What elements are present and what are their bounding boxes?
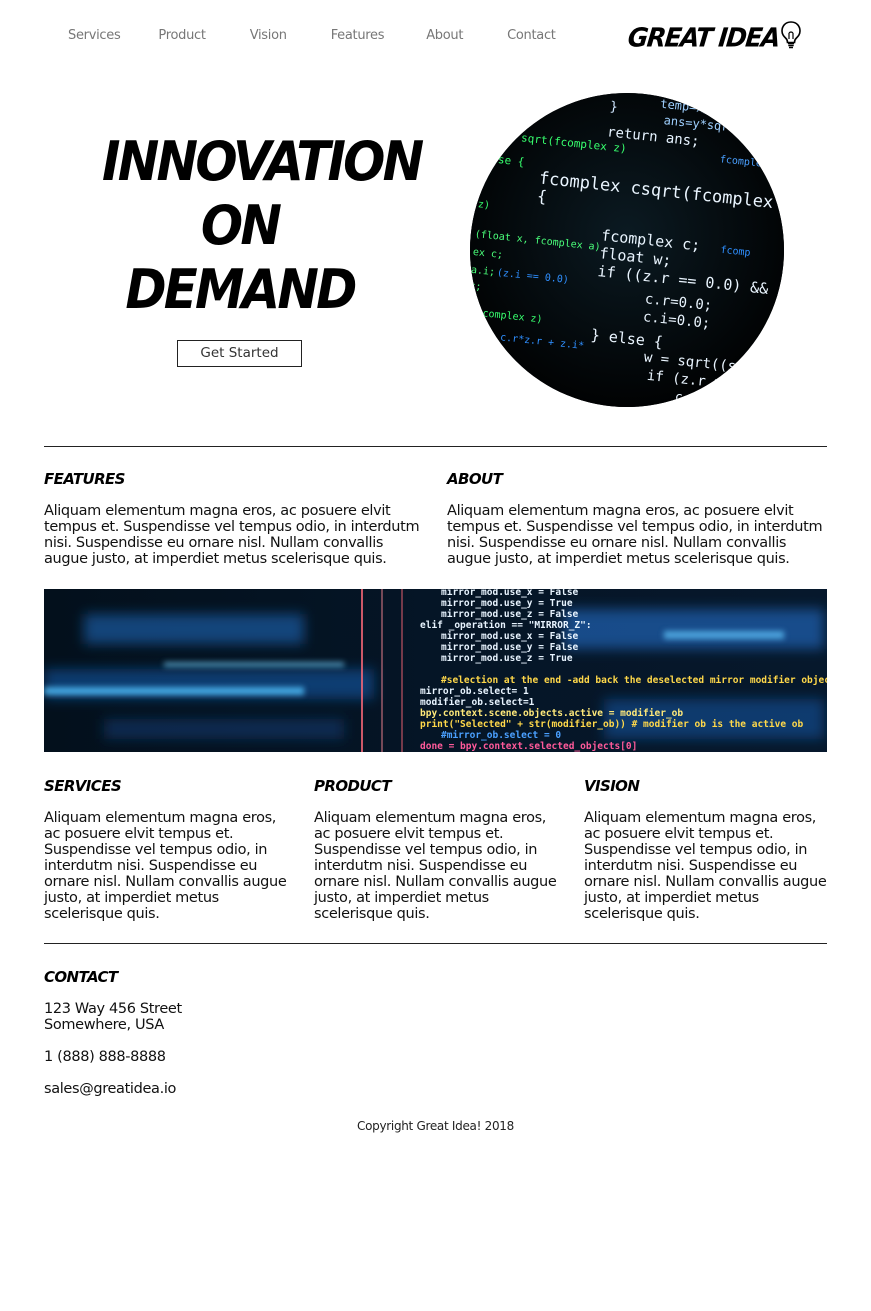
features-heading: FEATURES — [44, 470, 125, 488]
product-heading: PRODUCT — [314, 777, 392, 795]
section-divider — [44, 446, 827, 447]
code-line: #selection at the end -add back the dese… — [441, 675, 827, 686]
vision-heading: VISION — [584, 777, 640, 795]
code-line: modifier_ob.select=1 — [420, 697, 535, 708]
code-line: mirror_mod.use_z = False — [441, 609, 579, 620]
code-line: elif _operation == "MIRROR_Z": — [420, 620, 592, 631]
svg-text:}: } — [609, 99, 618, 115]
hero-title-line-1: INNOVATION — [102, 130, 424, 193]
code-banner-image: mirror_mod.use_x = False mirror_mod.use_… — [44, 589, 827, 752]
contact-address-line-1: 123 Way 456 Street — [44, 1001, 182, 1017]
about-text: Aliquam elementum magna eros, ac posuere… — [447, 503, 823, 567]
code-screen-image: } temp=x/y; ans=y*sqrt(1.0+temp* return … — [470, 93, 784, 407]
features-text: Aliquam elementum magna eros, ac posuere… — [44, 503, 420, 567]
nav-link-product[interactable]: Product — [158, 28, 206, 43]
nav-link-about[interactable]: About — [426, 28, 463, 43]
get-started-button[interactable]: Get Started — [177, 340, 302, 367]
svg-text:c;: c; — [470, 281, 482, 293]
product-text: Aliquam elementum magna eros, ac posuere… — [314, 810, 557, 922]
logo-text: GREAT IDEA — [626, 22, 781, 53]
code-line: print("Selected" + str(modifier_ob)) # m… — [420, 719, 803, 730]
lightbulb-icon — [781, 21, 801, 49]
copyright-text: Copyright Great Idea! 2018 — [357, 1119, 514, 1133]
hero-title-line-3: DEMAND — [125, 258, 357, 321]
nav-link-features[interactable]: Features — [331, 28, 385, 43]
code-line: bpy.context.scene.objects.active = modif… — [420, 708, 683, 719]
svg-text:z): z) — [477, 199, 490, 211]
code-line: mirror_mod.use_x = False — [441, 589, 579, 598]
nav-link-contact[interactable]: Contact — [507, 28, 556, 43]
services-heading: SERVICES — [44, 777, 122, 795]
top-nav: Services Product Vision Features About C… — [68, 28, 556, 43]
code-line: mirror_mod.use_y = True — [441, 598, 573, 609]
hero-code-image: } temp=x/y; ans=y*sqrt(1.0+temp* return … — [470, 93, 784, 407]
code-line: mirror_mod.use_x = False — [441, 631, 579, 642]
vision-text: Aliquam elementum magna eros, ac posuere… — [584, 810, 827, 922]
about-heading: ABOUT — [447, 470, 503, 488]
hero-title-line-2: ON — [200, 194, 282, 257]
code-line: #mirror_ob.select = 0 — [441, 730, 561, 741]
code-line: mirror_ob.select= 1 — [420, 686, 529, 697]
svg-text:c.r: c.r — [674, 390, 699, 407]
nav-link-services[interactable]: Services — [68, 28, 121, 43]
contact-heading: CONTACT — [44, 968, 118, 986]
site-logo[interactable]: GREAT IDEA — [626, 20, 802, 53]
section-divider — [44, 943, 827, 944]
contact-phone[interactable]: 1 (888) 888-8888 — [44, 1049, 166, 1065]
nav-link-vision[interactable]: Vision — [250, 28, 287, 43]
code-line: mirror_mod.use_y = False — [441, 642, 579, 653]
code-line: mirror_mod.use_z = True — [441, 653, 573, 664]
services-text: Aliquam elementum magna eros, ac posuere… — [44, 810, 287, 922]
hero-title: INNOVATION ON DEMAND — [102, 130, 424, 322]
code-line: done = bpy.context.selected_objects[0] — [420, 741, 637, 752]
contact-address-line-2: Somewhere, USA — [44, 1017, 164, 1033]
code-banner-graphic: mirror_mod.use_x = False mirror_mod.use_… — [44, 589, 827, 752]
contact-email[interactable]: sales@greatidea.io — [44, 1081, 176, 1097]
svg-text:{: { — [536, 186, 548, 206]
svg-text:fcomplex: fcomplex — [476, 366, 525, 382]
svg-text:else {: else { — [484, 152, 525, 169]
